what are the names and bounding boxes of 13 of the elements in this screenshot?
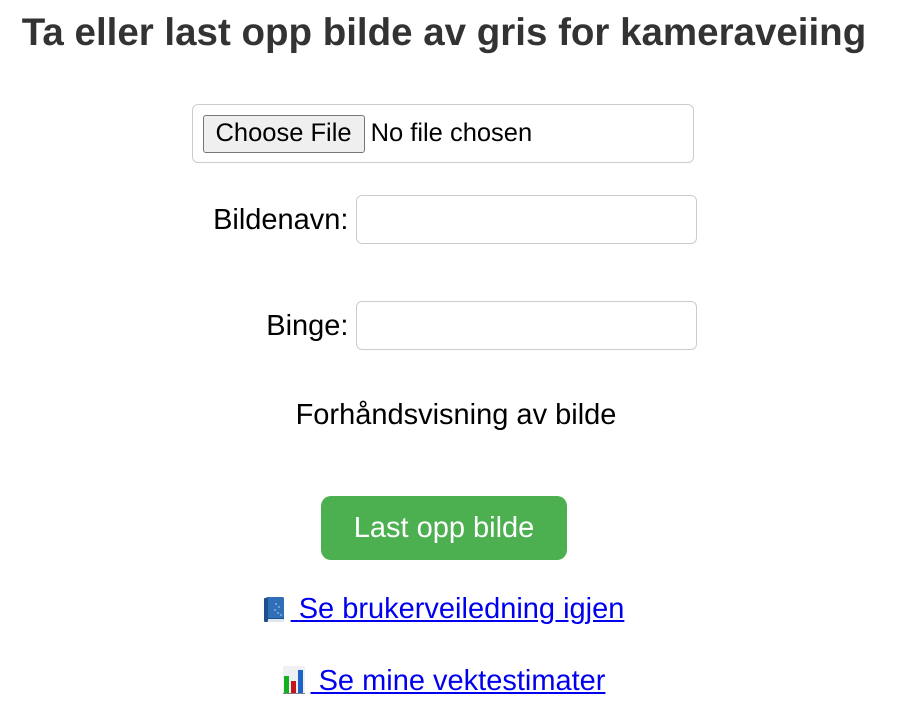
text-input-field[interactable] bbox=[356, 301, 696, 350]
choose-file-button[interactable]: Choose File bbox=[202, 114, 365, 152]
bar-chart-icon bbox=[282, 666, 305, 694]
file-picker-field[interactable]: Choose File No file chosen bbox=[192, 104, 694, 163]
file-status-text: No file chosen bbox=[370, 118, 532, 150]
page-title: Ta eller last opp bilde av gris for kameraveiing bbox=[20, 10, 868, 56]
text-input-field[interactable] bbox=[356, 195, 696, 244]
book-icon bbox=[264, 597, 285, 622]
link[interactable]: Se mine vektestimater bbox=[282, 664, 606, 698]
link[interactable]: Se brukerveiledning igjen bbox=[264, 592, 624, 626]
preview-label: Forhåndsvisning av bilde bbox=[294, 398, 618, 432]
field-label: Binge: bbox=[265, 308, 348, 342]
field-label: Bildenavn: bbox=[212, 202, 348, 236]
